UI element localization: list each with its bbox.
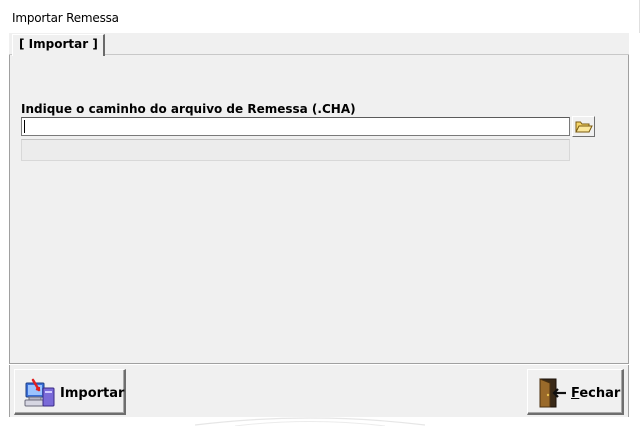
import-remessa-window: Importar Remessa [ Importar ] Indique o … (0, 0, 640, 426)
client-area (9, 33, 629, 417)
text-caret (24, 120, 25, 133)
title-bar: Importar Remessa (0, 0, 640, 33)
open-folder-icon (575, 121, 593, 133)
tab-importar[interactable]: [ Importar ] (12, 34, 105, 56)
file-path-input[interactable] (21, 117, 570, 136)
window-title: Importar Remessa (12, 11, 119, 25)
import-button-label: Importar (60, 386, 125, 401)
close-button[interactable]: Fechar (527, 369, 624, 415)
status-field (21, 139, 570, 161)
tab-importar-label: [ Importar ] (19, 37, 98, 51)
exit-door-icon (539, 378, 566, 408)
footer-separator (9, 363, 629, 365)
import-computer-icon (24, 378, 55, 407)
close-button-label: Fechar (571, 386, 621, 401)
tab-strip: [ Importar ] (9, 33, 629, 56)
file-path-label: Indique o caminho do arquivo de Remessa … (21, 102, 356, 116)
import-button[interactable]: Importar (14, 369, 126, 415)
browse-button[interactable] (572, 116, 595, 137)
watermark-emblem (195, 417, 425, 426)
